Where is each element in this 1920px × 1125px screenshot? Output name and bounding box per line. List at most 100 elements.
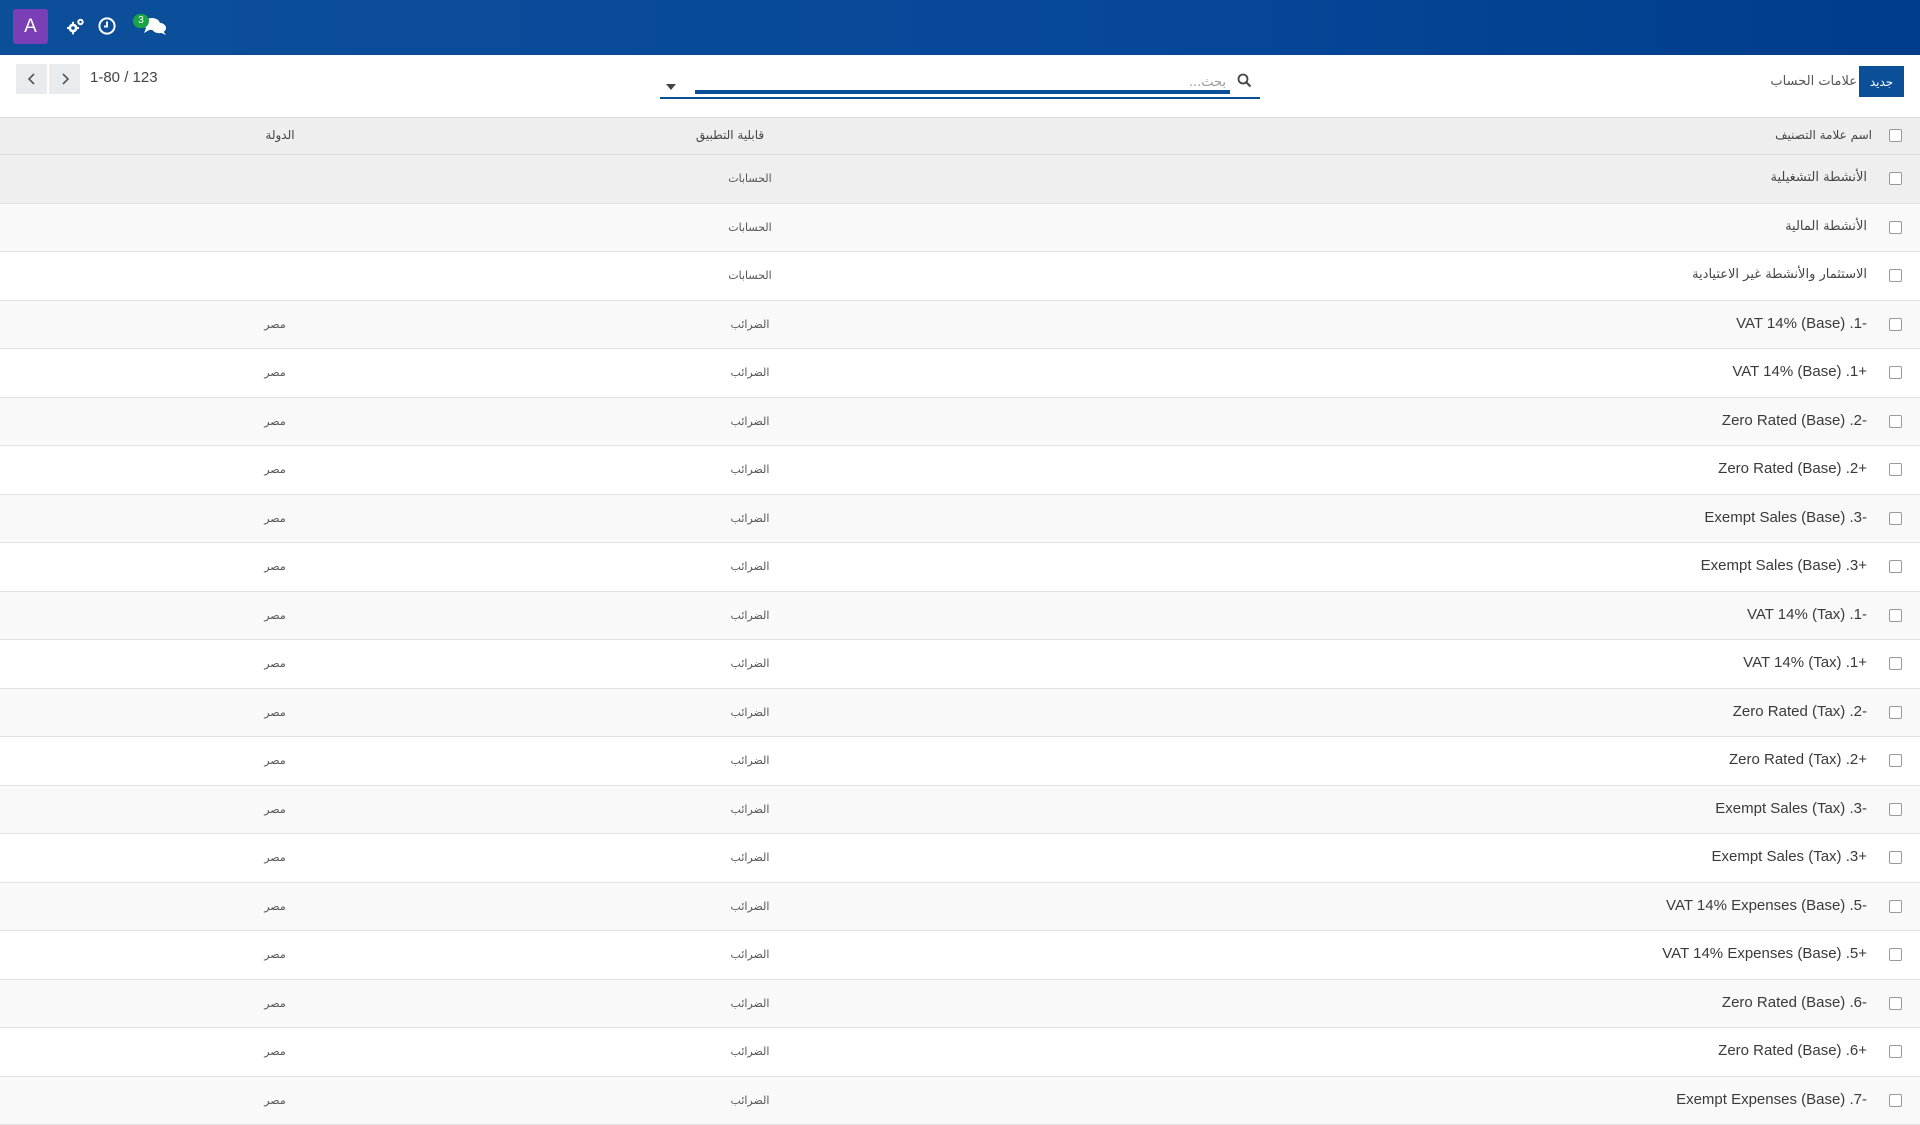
country-cell: مصر	[255, 1094, 295, 1107]
table-header-row: اسم علامة التصنيف قابلية التطبيق الدولة	[0, 117, 1920, 155]
table-row[interactable]: +6. Zero Rated (Base)الضرائبمصر	[0, 1028, 1920, 1077]
pager-value[interactable]: 1-80 / 123	[90, 69, 158, 86]
country-cell: مصر	[255, 512, 295, 525]
tag-name-cell: -1. VAT 14% (Base)	[1736, 315, 1867, 332]
clock-icon[interactable]	[97, 16, 117, 36]
tag-name-cell: -3. Exempt Sales (Tax)	[1715, 800, 1867, 817]
table-row[interactable]: الأنشطة الماليةالحسابات	[0, 204, 1920, 253]
row-checkbox[interactable]	[1889, 415, 1902, 428]
country-cell: مصر	[255, 318, 295, 331]
row-checkbox[interactable]	[1889, 366, 1902, 379]
applicability-cell: الحسابات	[700, 221, 800, 234]
applicability-cell: الضرائب	[700, 318, 800, 331]
table-row[interactable]: +3. Exempt Sales (Tax)الضرائبمصر	[0, 834, 1920, 883]
messages-count-badge: 3	[133, 14, 149, 28]
row-checkbox[interactable]	[1889, 269, 1902, 282]
search-options-toggle[interactable]	[666, 77, 676, 85]
tag-name-cell: +2. Zero Rated (Tax)	[1729, 751, 1867, 768]
applicability-cell: الضرائب	[700, 754, 800, 767]
row-checkbox[interactable]	[1889, 997, 1902, 1010]
top-navbar: A 3	[0, 0, 1920, 55]
table-row[interactable]: -3. Exempt Sales (Tax)الضرائبمصر	[0, 786, 1920, 835]
row-checkbox[interactable]	[1889, 1045, 1902, 1058]
caret-down-icon	[666, 84, 676, 92]
tag-name-cell: -2. Zero Rated (Tax)	[1733, 703, 1867, 720]
country-cell: مصر	[255, 754, 295, 767]
row-checkbox[interactable]	[1889, 803, 1902, 816]
table-row[interactable]: +3. Exempt Sales (Base)الضرائبمصر	[0, 543, 1920, 592]
row-checkbox[interactable]	[1889, 318, 1902, 331]
row-checkbox[interactable]	[1889, 512, 1902, 525]
search-loading-bar	[695, 90, 1230, 94]
country-cell: مصر	[255, 415, 295, 428]
applicability-cell: الضرائب	[700, 512, 800, 525]
column-header-name[interactable]: اسم علامة التصنيف	[1775, 128, 1872, 142]
pager-previous-button[interactable]	[16, 64, 47, 94]
applicability-cell: الحسابات	[700, 172, 800, 185]
tag-name-cell: -6. Zero Rated (Base)	[1722, 994, 1867, 1011]
country-cell: مصر	[255, 560, 295, 573]
country-cell: مصر	[255, 657, 295, 670]
table-row[interactable]: -7. Exempt Expenses (Base) الضرائب مصر	[0, 1077, 1920, 1125]
tag-name-cell: +1. VAT 14% (Tax)	[1743, 654, 1867, 671]
country-cell: مصر	[255, 803, 295, 816]
page-title: علامات الحساب	[1770, 74, 1857, 89]
row-checkbox[interactable]	[1889, 900, 1902, 913]
row-checkbox[interactable]	[1889, 851, 1902, 864]
tag-name-cell: الاستثمار والأنشطة غير الاعتيادية	[1692, 267, 1867, 282]
tag-name-cell: -2. Zero Rated (Base)	[1722, 412, 1867, 429]
row-checkbox[interactable]	[1889, 754, 1902, 767]
table-row[interactable]: -1. VAT 14% (Base) الضرائب مصر	[0, 301, 1920, 350]
applicability-cell: الضرائب	[700, 948, 800, 961]
row-checkbox[interactable]	[1889, 560, 1902, 573]
country-cell: مصر	[255, 366, 295, 379]
applicability-cell: الضرائب	[700, 706, 800, 719]
tag-name-cell: -5. VAT 14% Expenses (Base)	[1666, 897, 1867, 914]
table-row[interactable]: +1. VAT 14% (Base)الضرائبمصر	[0, 349, 1920, 398]
table-row[interactable]: -1. VAT 14% (Tax)الضرائبمصر	[0, 592, 1920, 641]
applicability-cell: الضرائب	[700, 560, 800, 573]
table-row[interactable]: -5. VAT 14% Expenses (Base)الضرائبمصر	[0, 883, 1920, 932]
row-checkbox[interactable]	[1889, 172, 1902, 185]
tag-name-cell: +1. VAT 14% (Base)	[1732, 363, 1867, 380]
applicability-cell: الضرائب	[700, 1094, 800, 1107]
row-checkbox[interactable]	[1889, 657, 1902, 670]
applicability-cell: الضرائب	[700, 657, 800, 670]
tag-name-cell: -3. Exempt Sales (Base)	[1704, 509, 1867, 526]
tag-name-cell: -7. Exempt Expenses (Base)	[1676, 1091, 1867, 1108]
table-row[interactable]: -6. Zero Rated (Base) الضرائب مصر	[0, 980, 1920, 1029]
applicability-cell: الحسابات	[700, 269, 800, 282]
applicability-cell: الضرائب	[700, 609, 800, 622]
select-all-checkbox[interactable]	[1889, 129, 1902, 142]
table-row[interactable]: -3. Exempt Sales (Base) الضرائب مصر	[0, 495, 1920, 544]
table-row[interactable]: الاستثمار والأنشطة غير الاعتيادية الحسابا…	[0, 252, 1920, 301]
column-header-applicability[interactable]: قابلية التطبيق	[680, 128, 780, 142]
table-row[interactable]: +5. VAT 14% Expenses (Base)الضرائبمصر	[0, 931, 1920, 980]
tag-name-cell: +6. Zero Rated (Base)	[1718, 1042, 1867, 1059]
tag-name-cell: +3. Exempt Sales (Tax)	[1712, 848, 1868, 865]
chevron-right-icon	[58, 72, 72, 86]
table-row[interactable]: +1. VAT 14% (Tax) الضرائب مصر	[0, 640, 1920, 689]
row-checkbox[interactable]	[1889, 948, 1902, 961]
applicability-cell: الضرائب	[700, 463, 800, 476]
table-row[interactable]: +2. Zero Rated (Base)الضرائبمصر	[0, 446, 1920, 495]
tag-name-cell: +5. VAT 14% Expenses (Base)	[1662, 945, 1867, 962]
row-checkbox[interactable]	[1889, 706, 1902, 719]
row-checkbox[interactable]	[1889, 609, 1902, 622]
applicability-cell: الضرائب	[700, 415, 800, 428]
table-row[interactable]: +2. Zero Rated (Tax) الضرائب مصر	[0, 737, 1920, 786]
settings-cog-icon[interactable]	[66, 16, 86, 36]
applicability-cell: الضرائب	[700, 997, 800, 1010]
row-checkbox[interactable]	[1889, 221, 1902, 234]
tag-name-cell: الأنشطة التشغيلية	[1771, 170, 1868, 185]
table-row[interactable]: الأنشطة التشغيلية الحسابات	[0, 155, 1920, 204]
country-cell: مصر	[255, 997, 295, 1010]
table-row[interactable]: -2. Zero Rated (Base) الضرائب مصر	[0, 398, 1920, 447]
user-avatar[interactable]: A	[13, 9, 48, 44]
row-checkbox[interactable]	[1889, 463, 1902, 476]
column-header-country[interactable]: الدولة	[260, 128, 300, 142]
table-row[interactable]: -2. Zero Rated (Tax)الضرائبمصر	[0, 689, 1920, 738]
new-record-button[interactable]: جديد	[1859, 66, 1904, 97]
pager-next-button[interactable]	[49, 64, 80, 94]
row-checkbox[interactable]	[1889, 1094, 1902, 1107]
